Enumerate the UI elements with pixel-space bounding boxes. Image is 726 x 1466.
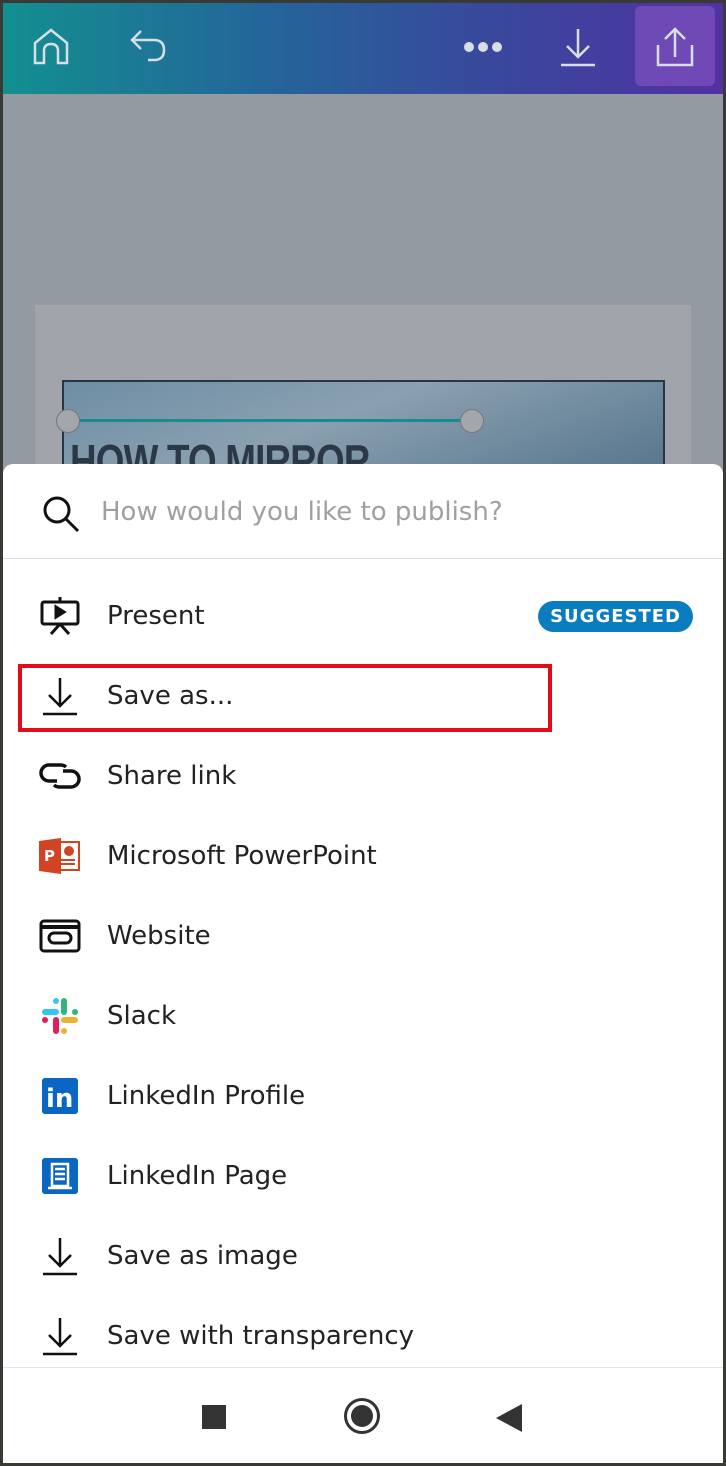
publish-search xyxy=(3,464,723,559)
system-nav-bar xyxy=(3,1367,723,1463)
website-icon xyxy=(39,915,81,957)
item-share-link[interactable]: Share link xyxy=(3,740,723,812)
item-save-as-image[interactable]: Save as image xyxy=(3,1220,723,1292)
download-button[interactable] xyxy=(553,22,603,72)
home-nav-button[interactable] xyxy=(344,1398,380,1434)
more-button[interactable] xyxy=(458,22,508,72)
share-icon xyxy=(656,27,694,67)
back-button[interactable] xyxy=(496,1404,522,1432)
item-present[interactable]: Present SUGGESTED xyxy=(3,580,723,652)
home-button[interactable] xyxy=(26,22,76,72)
item-label: Microsoft PowerPoint xyxy=(107,841,377,871)
slack-icon xyxy=(39,995,81,1037)
download-icon xyxy=(39,1315,81,1357)
download-icon xyxy=(561,29,595,67)
publish-sheet: Present SUGGESTED Save as... Share link … xyxy=(3,464,723,1464)
search-input[interactable] xyxy=(101,492,661,532)
item-powerpoint[interactable]: P Microsoft PowerPoint xyxy=(3,820,723,892)
download-icon xyxy=(39,675,81,717)
item-label: LinkedIn Page xyxy=(107,1161,288,1191)
item-label: Save as image xyxy=(107,1241,298,1271)
item-website[interactable]: Website xyxy=(3,900,723,972)
top-toolbar xyxy=(0,0,726,94)
item-slack[interactable]: Slack xyxy=(3,980,723,1052)
linkedin-page-icon xyxy=(39,1155,81,1197)
search-icon xyxy=(43,496,80,533)
linkedin-icon: in xyxy=(39,1075,81,1117)
svg-text:P: P xyxy=(44,847,55,865)
item-label: LinkedIn Profile xyxy=(107,1081,306,1111)
more-icon xyxy=(464,42,502,52)
item-linkedin-page[interactable]: LinkedIn Page xyxy=(3,1140,723,1212)
item-linkedin-profile[interactable]: in LinkedIn Profile xyxy=(3,1060,723,1132)
suggested-badge: SUGGESTED xyxy=(538,600,693,632)
recents-button[interactable] xyxy=(202,1405,226,1429)
home-icon xyxy=(33,28,69,65)
share-button-icon-wrap[interactable] xyxy=(650,22,700,72)
download-icon xyxy=(39,1235,81,1277)
resize-handle[interactable] xyxy=(460,409,484,433)
item-label: Website xyxy=(107,921,211,951)
item-label: Share link xyxy=(107,761,237,791)
undo-icon xyxy=(130,30,166,62)
item-label: Slack xyxy=(107,1001,177,1031)
svg-text:in: in xyxy=(46,1084,73,1114)
selection-outline xyxy=(68,419,471,422)
resize-handle[interactable] xyxy=(56,409,80,433)
item-label: Present xyxy=(107,601,205,631)
item-save-as[interactable]: Save as... xyxy=(3,660,723,732)
item-save-with-transparency[interactable]: Save with transparency xyxy=(3,1300,723,1372)
item-label: Save as... xyxy=(107,681,234,711)
design-canvas: HOW TO MIRROR xyxy=(0,94,726,505)
link-icon xyxy=(39,755,81,797)
present-icon xyxy=(39,595,81,637)
undo-button[interactable] xyxy=(124,22,174,72)
powerpoint-icon: P xyxy=(39,835,81,877)
item-label: Save with transparency xyxy=(107,1321,415,1351)
